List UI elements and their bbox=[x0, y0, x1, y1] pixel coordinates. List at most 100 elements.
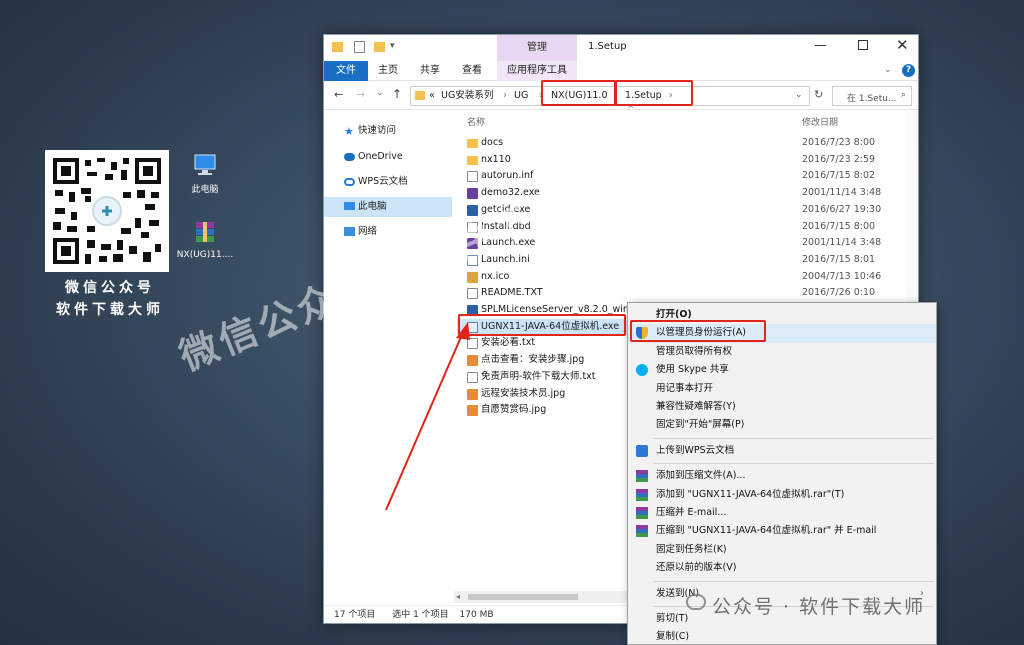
window-title: 1.Setup bbox=[588, 41, 627, 52]
text-file-icon bbox=[467, 288, 478, 300]
file-date: 2001/11/14 3:48 bbox=[802, 237, 882, 249]
file-row[interactable]: nx.ico 2004/7/13 10:46 bbox=[457, 269, 917, 286]
sort-indicator-icon: ^ bbox=[627, 105, 635, 115]
file-row[interactable]: nx110 2016/7/23 2:59 bbox=[457, 152, 917, 169]
quick-access-dropdown-icon[interactable]: ▾ bbox=[390, 41, 395, 51]
forward-arrow-icon[interactable]: → bbox=[356, 88, 365, 101]
nav-item-this-pc[interactable]: 此电脑 bbox=[324, 197, 452, 217]
file-name: README.TXT bbox=[481, 287, 543, 299]
address-dropdown-icon[interactable]: ⌄ bbox=[795, 90, 803, 100]
menu-item[interactable]: 压缩到 "UGNX11-JAVA-64位虚拟机.rar" 并 E-mail bbox=[628, 522, 936, 540]
menu-item[interactable]: 用记事本打开 bbox=[628, 380, 936, 398]
menu-item-label: 用记事本打开 bbox=[656, 382, 714, 394]
properties-icon[interactable] bbox=[354, 41, 365, 53]
breadcrumb-ug-series[interactable]: UG安装系列 bbox=[441, 87, 493, 105]
help-icon[interactable]: ? bbox=[902, 64, 915, 77]
highlight-box-exe bbox=[458, 314, 626, 336]
menu-item-label: 添加到压缩文件(A)... bbox=[656, 470, 746, 482]
tab-app-tools[interactable]: 应用程序工具 bbox=[497, 61, 577, 81]
cloud-icon bbox=[344, 153, 355, 161]
tab-home[interactable]: 主页 bbox=[378, 61, 398, 81]
network-icon bbox=[344, 227, 355, 236]
winrar-icon bbox=[636, 507, 648, 519]
menu-item[interactable]: 复制(C) bbox=[628, 628, 936, 645]
menu-item[interactable]: 还原以前的版本(V) bbox=[628, 559, 936, 577]
desktop-icon-label: 此电脑 bbox=[191, 185, 219, 195]
nav-item-label: 此电脑 bbox=[358, 201, 387, 212]
menu-separator bbox=[654, 463, 934, 465]
winrar-icon bbox=[636, 488, 648, 501]
nav-item-onedrive[interactable]: OneDrive bbox=[324, 147, 452, 167]
exe-app-icon bbox=[467, 188, 478, 200]
tab-file[interactable]: 文件 bbox=[324, 61, 368, 81]
menu-item-label: 打开(O) bbox=[656, 309, 692, 320]
desktop-icon-archive[interactable]: NX(UG)11.... bbox=[175, 220, 235, 260]
menu-item[interactable]: 添加到 "UGNX11-JAVA-64位虚拟机.rar"(T) bbox=[628, 486, 936, 504]
title-bar: ▾ 管理 1.Setup — ✕ bbox=[324, 35, 918, 61]
menu-item-label: 固定到"开始"屏幕(P) bbox=[656, 419, 745, 431]
close-icon[interactable]: ✕ bbox=[896, 36, 909, 54]
new-folder-icon[interactable] bbox=[374, 42, 385, 52]
qr-code bbox=[45, 150, 169, 272]
menu-item[interactable]: 兼容性疑难解答(Y) bbox=[628, 398, 936, 416]
menu-item[interactable]: 固定到"开始"屏幕(P) bbox=[628, 416, 936, 434]
up-arrow-icon[interactable]: ↑ bbox=[392, 87, 402, 101]
column-header-name[interactable]: 名称 bbox=[467, 115, 485, 128]
wps-cloud-icon bbox=[344, 178, 355, 186]
menu-item-label: 压缩到 "UGNX11-JAVA-64位虚拟机.rar" 并 E-mail bbox=[656, 525, 877, 537]
status-item-count: 17 个项目 bbox=[334, 610, 376, 620]
minimize-icon[interactable]: — bbox=[814, 38, 827, 53]
wechat-icon bbox=[686, 594, 706, 610]
ribbon-expand-icon[interactable]: ⌄ bbox=[884, 65, 892, 75]
winrar-icon bbox=[636, 525, 648, 538]
file-name: 免责声明-软件下载大师.txt bbox=[481, 370, 596, 382]
menu-item-label: 管理员取得所有权 bbox=[656, 345, 733, 357]
menu-item[interactable]: 上传到WPS云文档 bbox=[628, 442, 936, 460]
column-headers: 名称 ^ 修改日期 bbox=[457, 105, 917, 131]
maximize-icon[interactable] bbox=[858, 40, 868, 50]
tab-view[interactable]: 查看 bbox=[462, 61, 482, 81]
file-row[interactable]: README.TXT 2016/7/26 0:10 bbox=[457, 285, 917, 302]
inf-file-icon bbox=[467, 171, 478, 183]
file-date: 2016/7/15 8:01 bbox=[802, 253, 876, 265]
menu-item[interactable]: 压缩并 E-mail... bbox=[628, 504, 936, 522]
file-name: 点击查看：安装步骤.jpg bbox=[481, 354, 585, 366]
menu-item-label: 固定到任务栏(K) bbox=[656, 543, 727, 555]
file-date: 2016/7/15 8:02 bbox=[802, 170, 876, 182]
file-row[interactable]: Launch.ini 2016/7/15 8:01 bbox=[457, 252, 917, 269]
tab-share[interactable]: 共享 bbox=[420, 61, 440, 81]
nav-item-wps-cloud[interactable]: WPS云文档 bbox=[324, 172, 452, 192]
column-header-date[interactable]: 修改日期 bbox=[802, 115, 838, 128]
desktop-icon-this-pc[interactable]: 此电脑 bbox=[175, 152, 235, 195]
refresh-icon[interactable]: ↻ bbox=[814, 88, 823, 101]
menu-item[interactable]: 添加到压缩文件(A)... bbox=[628, 467, 936, 485]
computer-icon bbox=[344, 202, 355, 210]
qr-code-image bbox=[51, 156, 163, 266]
file-row[interactable]: autorun.inf 2016/7/15 8:02 bbox=[457, 168, 917, 185]
red-arrow-annotation bbox=[385, 322, 470, 511]
menu-item[interactable]: 固定到任务栏(K) bbox=[628, 541, 936, 559]
ico-file-icon bbox=[467, 271, 478, 283]
highlight-box-nx-ug bbox=[541, 80, 616, 106]
search-input[interactable]: 在 1.Setu... ⌕ bbox=[832, 86, 912, 106]
breadcrumb-ug[interactable]: UG bbox=[514, 87, 528, 105]
file-date: 2016/7/26 0:10 bbox=[802, 287, 876, 299]
file-row[interactable]: docs 2016/7/23 8:00 bbox=[457, 135, 917, 152]
highlight-box-setup bbox=[615, 80, 693, 106]
nav-item-quick-access[interactable]: ★ 快速访问 bbox=[324, 121, 452, 141]
back-arrow-icon[interactable]: ← bbox=[334, 88, 343, 101]
breadcrumb-separator: › bbox=[503, 90, 507, 101]
file-date: 2016/7/23 8:00 bbox=[802, 137, 876, 148]
menu-item[interactable]: 管理员取得所有权 bbox=[628, 343, 936, 361]
recent-locations-icon[interactable]: ⌄ bbox=[376, 88, 384, 98]
scrollbar-thumb[interactable] bbox=[468, 594, 578, 600]
nav-item-label: WPS云文档 bbox=[358, 176, 408, 187]
menu-item[interactable]: 使用 Skype 共享 bbox=[628, 361, 936, 379]
search-icon: ⌕ bbox=[901, 90, 907, 100]
menu-separator bbox=[654, 580, 934, 582]
breadcrumb-overflow[interactable]: « bbox=[429, 87, 435, 105]
context-tab-manage[interactable]: 管理 bbox=[497, 35, 577, 61]
nav-item-label: OneDrive bbox=[358, 151, 403, 162]
file-date: 2001/11/14 3:48 bbox=[802, 187, 882, 199]
scroll-left-icon[interactable]: ◂ bbox=[456, 592, 460, 601]
